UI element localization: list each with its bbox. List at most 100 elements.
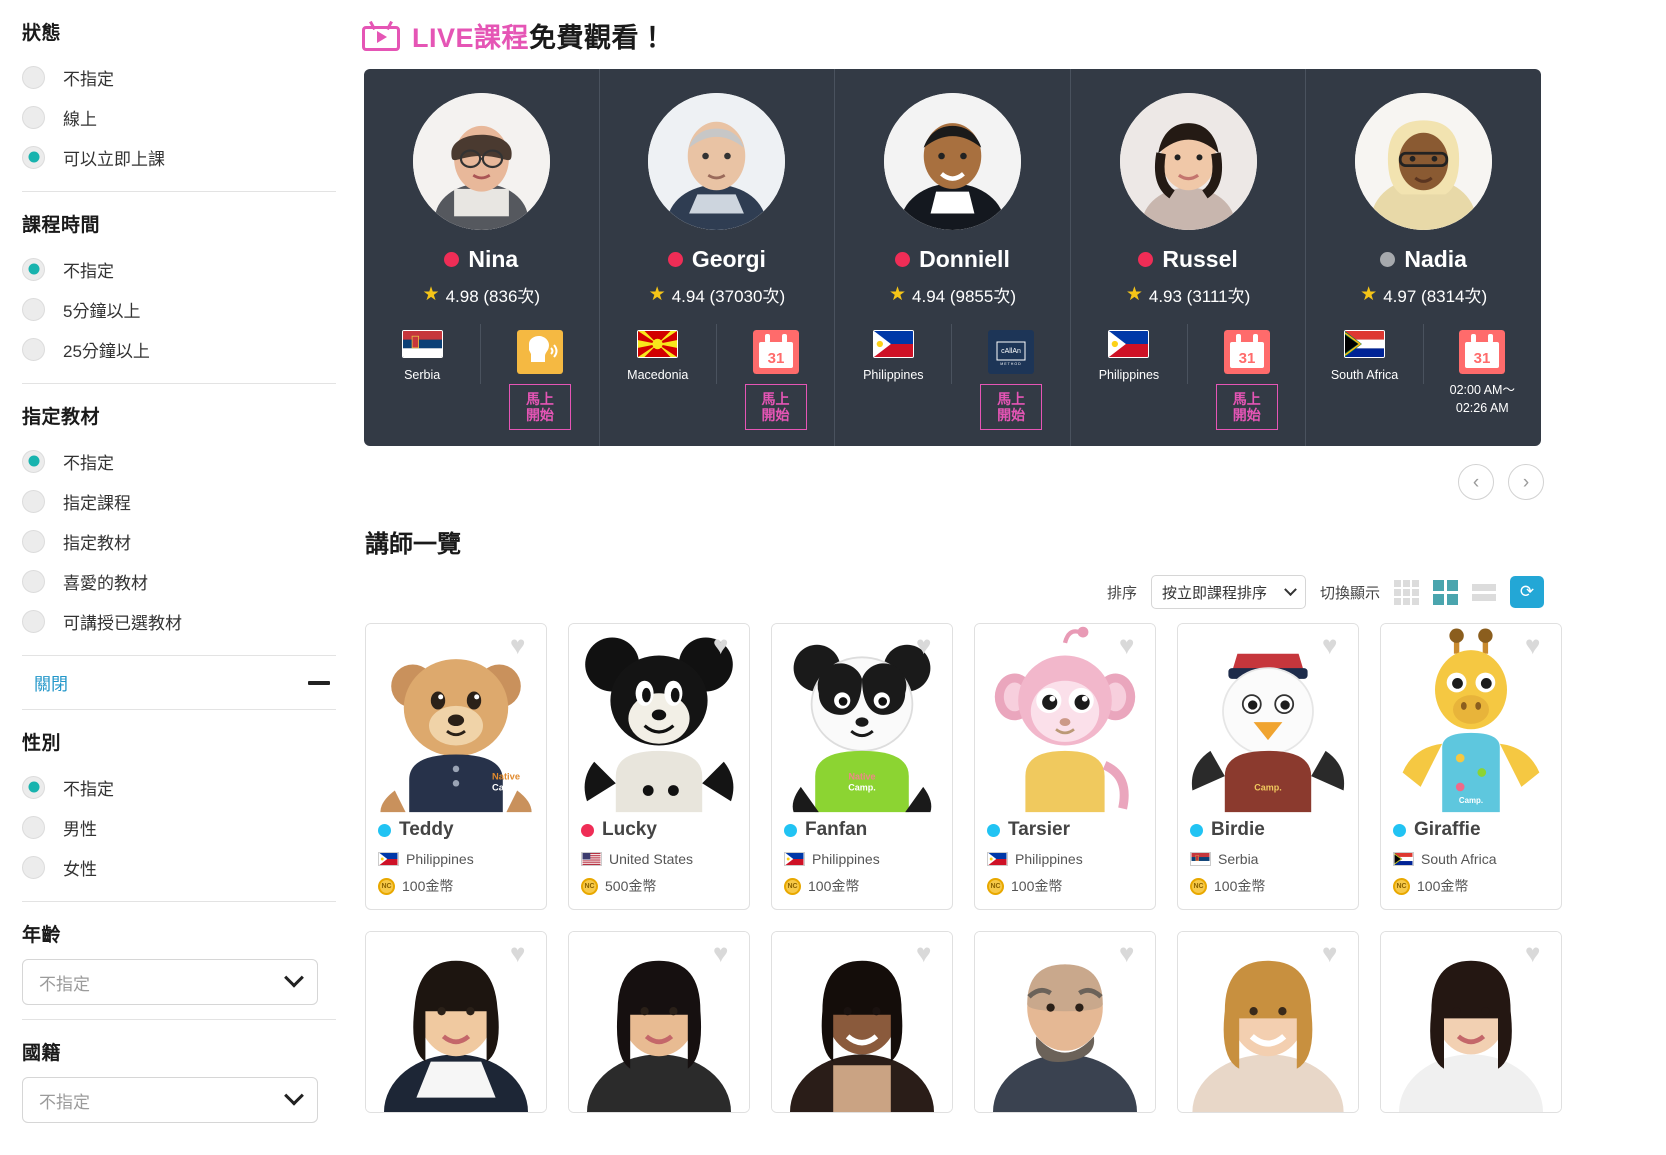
view-list-button[interactable] bbox=[1472, 583, 1496, 601]
teacher-info: Birdie Serbia NC 100金幣 bbox=[1178, 813, 1358, 909]
avatar bbox=[1355, 93, 1493, 230]
live-card[interactable]: Georgi ★ 4.94 (37030次) Macedonia 31 馬上 開… bbox=[600, 69, 836, 446]
status-dot bbox=[784, 823, 797, 837]
favorite-heart-icon[interactable]: ♥ bbox=[1322, 632, 1348, 658]
country-col: Serbia bbox=[364, 324, 482, 384]
start-now-button[interactable]: 馬上 開始 bbox=[980, 384, 1043, 430]
radio-icon[interactable] bbox=[22, 105, 45, 129]
teacher-card[interactable]: Camp. ♥ Giraffie South Africa NC 100金幣 bbox=[1380, 623, 1562, 910]
radio-icon[interactable] bbox=[22, 337, 45, 361]
teacher-card[interactable]: Camp. ♥ Birdie Serbia NC 100金幣 bbox=[1177, 623, 1359, 910]
live-card[interactable]: Nadia ★ 4.97 (8314次) South Africa 31 02:… bbox=[1306, 69, 1541, 446]
radio-icon[interactable] bbox=[22, 65, 45, 89]
live-card[interactable]: Nina ★ 4.98 (836次) Serbia 馬上 開始 bbox=[364, 69, 600, 446]
flag-philippines-icon bbox=[378, 852, 399, 866]
radio-icon-selected[interactable] bbox=[22, 257, 45, 281]
radio-time-0[interactable]: 不指定 bbox=[22, 249, 336, 289]
rating-text: 4.93 (3111次) bbox=[1148, 287, 1251, 306]
rating-row: ★ 4.94 (37030次) bbox=[649, 282, 785, 307]
teacher-card[interactable]: ♥ bbox=[568, 931, 750, 1113]
favorite-heart-icon[interactable]: ♥ bbox=[916, 940, 942, 966]
view-grid-small-button[interactable] bbox=[1394, 579, 1419, 605]
radio-gender-1[interactable]: 男性 bbox=[22, 807, 336, 847]
start-now-button[interactable]: 馬上 開始 bbox=[508, 384, 571, 430]
teacher-card[interactable]: ♥ bbox=[771, 931, 953, 1113]
lesson-time-range: 02:00 AM～ 02:26 AM bbox=[1449, 383, 1515, 415]
refresh-icon[interactable]: ⟳ bbox=[1510, 576, 1544, 608]
favorite-heart-icon[interactable]: ♥ bbox=[1525, 940, 1551, 966]
radio-icon[interactable] bbox=[22, 297, 45, 321]
carousel-prev-button[interactable]: ‹ bbox=[1458, 464, 1494, 500]
live-name-row: Nadia bbox=[1380, 246, 1467, 273]
radio-material-1[interactable]: 指定課程 bbox=[22, 481, 336, 521]
live-card[interactable]: Russel ★ 4.93 (3111次) Philippines 31 馬上 … bbox=[1071, 69, 1307, 446]
teacher-name: Tarsier bbox=[1008, 819, 1070, 840]
start-now-button[interactable]: 馬上 開始 bbox=[1215, 384, 1278, 430]
teacher-name-row: Lucky bbox=[581, 819, 737, 841]
star-icon: ★ bbox=[422, 284, 440, 305]
radio-icon[interactable] bbox=[22, 489, 45, 513]
teacher-card[interactable]: ♥ Lucky United States NC 500金幣 bbox=[568, 623, 750, 910]
radio-time-2[interactable]: 25分鐘以上 bbox=[22, 329, 336, 369]
teacher-name-row: Teddy bbox=[378, 819, 534, 841]
radio-status-2[interactable]: 可以立即上課 bbox=[22, 137, 336, 177]
radio-material-4[interactable]: 可講授已選教材 bbox=[22, 601, 336, 641]
sort-select[interactable]: 按立即課程排序 bbox=[1150, 575, 1306, 609]
radio-icon-selected[interactable] bbox=[22, 145, 45, 169]
teacher-card[interactable]: ♥ bbox=[365, 931, 547, 1113]
teacher-card[interactable]: Native Camp. ♥ Teddy Philippines NC 100金… bbox=[365, 623, 547, 910]
favorite-heart-icon[interactable]: ♥ bbox=[916, 632, 942, 658]
favorite-heart-icon[interactable]: ♥ bbox=[1525, 632, 1551, 658]
radio-label: 指定教材 bbox=[63, 533, 131, 553]
start-now-button[interactable]: 馬上 開始 bbox=[744, 384, 807, 430]
radio-gender-0[interactable]: 不指定 bbox=[22, 767, 336, 807]
teacher-card[interactable]: ♥ Tarsier Philippines NC 100金幣 bbox=[974, 623, 1156, 910]
radio-material-2[interactable]: 指定教材 bbox=[22, 521, 336, 561]
radio-icon[interactable] bbox=[22, 855, 45, 879]
country-col: Macedonia bbox=[600, 324, 717, 384]
teacher-card[interactable]: ♥ bbox=[1380, 931, 1562, 1113]
radio-gender-2[interactable]: 女性 bbox=[22, 847, 336, 887]
favorite-heart-icon[interactable]: ♥ bbox=[1322, 940, 1348, 966]
teacher-card[interactable]: ♥ bbox=[974, 931, 1156, 1113]
favorite-heart-icon[interactable]: ♥ bbox=[510, 940, 536, 966]
nationality-select[interactable]: 不指定 bbox=[22, 1077, 318, 1123]
radio-icon[interactable] bbox=[22, 529, 45, 553]
age-select[interactable]: 不指定 bbox=[22, 959, 318, 1005]
teacher-info: Giraffie South Africa NC 100金幣 bbox=[1381, 813, 1561, 909]
radio-material-3[interactable]: 喜愛的教材 bbox=[22, 561, 336, 601]
minus-icon[interactable] bbox=[308, 680, 330, 685]
radio-label: 5分鐘以上 bbox=[63, 301, 141, 321]
collapse-link[interactable]: 關閉 bbox=[34, 670, 68, 695]
coin-cost: 100金幣 bbox=[808, 878, 860, 894]
radio-icon[interactable] bbox=[22, 609, 45, 633]
favorite-heart-icon[interactable]: ♥ bbox=[713, 632, 739, 658]
radio-icon[interactable] bbox=[22, 569, 45, 593]
view-grid-large-button[interactable] bbox=[1433, 579, 1458, 605]
teacher-info: Fanfan Philippines NC 100金幣 bbox=[772, 813, 952, 909]
filter-title: 國籍 bbox=[22, 1043, 62, 1064]
list-controls: 排序 按立即課程排序 切換顯示 ⟳ bbox=[362, 575, 1552, 609]
radio-icon-selected[interactable] bbox=[22, 449, 45, 473]
favorite-heart-icon[interactable]: ♥ bbox=[1119, 632, 1145, 658]
favorite-heart-icon[interactable]: ♥ bbox=[510, 632, 536, 658]
favorite-heart-icon[interactable]: ♥ bbox=[1119, 940, 1145, 966]
rating-row: ★ 4.97 (8314次) bbox=[1360, 282, 1487, 307]
radio-icon-selected[interactable] bbox=[22, 775, 45, 799]
carousel-next-button[interactable]: › bbox=[1508, 464, 1544, 500]
teacher-card[interactable]: ♥ bbox=[1177, 931, 1359, 1113]
favorite-heart-icon[interactable]: ♥ bbox=[713, 940, 739, 966]
live-title-pink: LIVE課程 bbox=[412, 23, 530, 53]
radio-time-1[interactable]: 5分鐘以上 bbox=[22, 289, 336, 329]
sort-label: 排序 bbox=[1106, 584, 1137, 602]
live-card[interactable]: Donniell ★ 4.94 (9855次) Philippines cAll… bbox=[835, 69, 1071, 446]
svg-text:31: 31 bbox=[767, 350, 784, 367]
radio-icon[interactable] bbox=[22, 815, 45, 839]
radio-material-0[interactable]: 不指定 bbox=[22, 441, 336, 481]
collapse-toggle-row[interactable]: 關閉 bbox=[22, 656, 336, 710]
teacher-card[interactable]: Native Camp. ♥ Fanfan Philippines NC 100… bbox=[771, 623, 953, 910]
time-col: 31 02:00 AM～ 02:26 AM bbox=[1424, 324, 1541, 417]
radio-status-1[interactable]: 線上 bbox=[22, 97, 336, 137]
live-name-row: Russel bbox=[1138, 246, 1238, 273]
radio-status-0[interactable]: 不指定 bbox=[22, 57, 336, 97]
